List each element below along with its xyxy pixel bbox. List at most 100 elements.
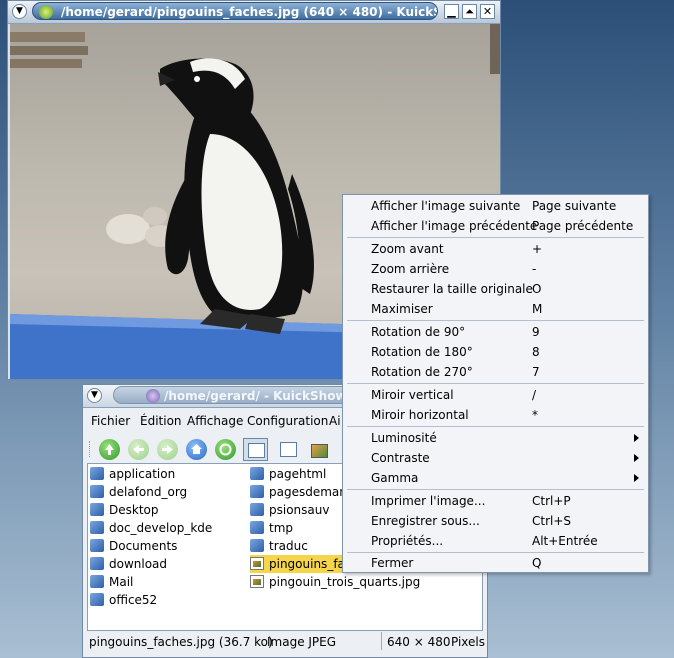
folder-icon [90,575,104,588]
list-item[interactable]: psionsauv [250,501,329,519]
menu-item-shortcut: Q [532,556,542,570]
menu-item-zoom-out[interactable]: Zoom arrière - [343,259,648,279]
list-item-label: psionsauv [269,503,330,517]
selected-list-item[interactable]: pingouins_fac [250,555,356,573]
list-item[interactable]: application [90,465,175,483]
menu-item-zoom-in[interactable]: Zoom avant + [343,239,648,259]
menu-item-contrast[interactable]: Contraste [343,448,648,468]
menu-item-save-as[interactable]: Enregistrer sous... Ctrl+S [343,511,648,531]
menu-item-label: Zoom arrière [371,262,450,276]
folder-icon [90,593,104,606]
menu-item-label: Restaurer la taille originale [371,282,533,296]
minimize-button[interactable]: ▁ [444,4,459,19]
menu-item-shortcut: 8 [532,345,540,359]
submenu-arrow-icon [634,474,639,482]
maximize-button[interactable]: ⏶ [462,4,477,19]
menu-item-maximize[interactable]: Maximiser M [343,299,648,319]
window-menu-button[interactable]: ▼ [12,4,27,19]
menu-item-shortcut: Page suivante [532,199,617,213]
list-item[interactable]: pagehtml [250,465,326,483]
menu-item-label: Maximiser [371,302,433,316]
menu-item-flip-vertical[interactable]: Miroir vertical / [343,385,648,405]
list-item[interactable]: tmp [250,519,293,537]
status-dimensions: 640 × 480 [387,635,451,649]
list-item[interactable]: doc_develop_kde [90,519,212,537]
folder-icon [90,557,104,570]
menu-item-print[interactable]: Imprimer l'image... Ctrl+P [343,491,648,511]
menu-item-previous-image[interactable]: Afficher l'image précédente Page précéden… [343,216,648,236]
browser-window-menu-button[interactable]: ▼ [87,388,102,403]
menu-separator [347,383,644,384]
status-divider [381,632,382,650]
folder-icon [250,503,264,516]
list-item-label: pingouin_trois_quarts.jpg [269,575,421,589]
menu-item-shortcut: * [532,408,538,422]
menu-item-shortcut: + [532,242,543,256]
submenu-arrow-icon [634,454,639,462]
menu-item-rotate-180[interactable]: Rotation de 180° 8 [343,342,648,362]
menu-item-original-size[interactable]: Restaurer la taille originale O [343,279,648,299]
list-item[interactable]: download [90,555,167,573]
menu-item-gamma[interactable]: Gamma [343,468,648,488]
folder-icon [90,467,104,480]
menu-separator [347,489,644,490]
list-item[interactable]: Desktop [90,501,159,519]
toolbar-grip[interactable] [89,441,93,457]
detail-view-icon[interactable] [277,438,300,461]
list-item[interactable]: pagesdeman [250,483,347,501]
menu-separator [347,426,644,427]
submenu-arrow-icon [634,434,639,442]
list-item-label: application [109,467,176,481]
list-item-label: tmp [269,521,294,535]
list-item[interactable]: Mail [90,573,133,591]
list-item-label: delafond_org [109,485,188,499]
icon-view-icon[interactable] [243,438,268,461]
menu-configuration[interactable]: Configuration [247,414,328,428]
folder-icon [250,467,264,480]
folder-icon [250,539,264,552]
menu-item-shortcut: / [532,388,537,402]
reload-icon[interactable] [215,439,236,460]
menu-item-rotate-270[interactable]: Rotation de 270° 7 [343,362,648,382]
menu-item-properties[interactable]: Propriétés... Alt+Entrée [343,531,648,551]
viewer-titlebar[interactable]: ▼ /home/gerard/pingouins_faches.jpg (640… [8,1,500,24]
image-file-icon [250,575,264,588]
menu-fichier[interactable]: Fichier [91,414,130,428]
list-item[interactable]: delafond_org [90,483,187,501]
folder-icon [250,485,264,498]
menu-item-label: Afficher l'image suivante [371,199,521,213]
menu-edition[interactable]: Édition [140,414,182,428]
menu-item-close[interactable]: Fermer Q [343,553,648,573]
list-item[interactable]: Documents [90,537,177,555]
menu-item-shortcut: Page précédente [532,219,634,233]
kuickshow-app-icon [39,5,53,19]
close-button[interactable]: ✕ [480,4,495,19]
list-item[interactable]: traduc [250,537,308,555]
menu-item-next-image[interactable]: Afficher l'image suivante Page suivante [343,196,648,216]
list-item[interactable]: pingouin_trois_quarts.jpg [250,573,420,591]
menu-affichage[interactable]: Affichage [187,414,243,428]
list-item-label: Desktop [109,503,159,517]
menu-item-label: Luminosité [371,431,437,445]
browser-title: /home/gerard/ - KuickShow [164,389,347,403]
list-item-label: pagehtml [269,467,327,481]
image-preview-icon[interactable] [307,438,330,461]
forward-arrow-icon[interactable] [157,439,178,460]
up-arrow-icon[interactable] [99,439,120,460]
menu-item-rotate-90[interactable]: Rotation de 90° 9 [343,322,648,342]
menu-item-shortcut: M [532,302,543,316]
list-item-label: download [109,557,168,571]
menu-item-label: Rotation de 180° [371,345,473,359]
menu-item-flip-horizontal[interactable]: Miroir horizontal * [343,405,648,425]
menu-item-label: Rotation de 270° [371,365,473,379]
menu-item-shortcut: Ctrl+S [532,514,572,528]
home-icon[interactable] [186,439,207,460]
viewer-title-pill[interactable]: /home/gerard/pingouins_faches.jpg (640 ×… [32,2,438,20]
viewer-title: /home/gerard/pingouins_faches.jpg (640 ×… [61,5,438,19]
list-item[interactable]: office52 [90,591,157,609]
status-file: pingouins_faches.jpg (36.7 ko) [89,635,273,649]
menu-item-shortcut: - [532,262,537,276]
menu-item-brightness[interactable]: Luminosité [343,428,648,448]
menu-aide[interactable]: Ai [329,414,341,428]
back-arrow-icon[interactable] [128,439,149,460]
